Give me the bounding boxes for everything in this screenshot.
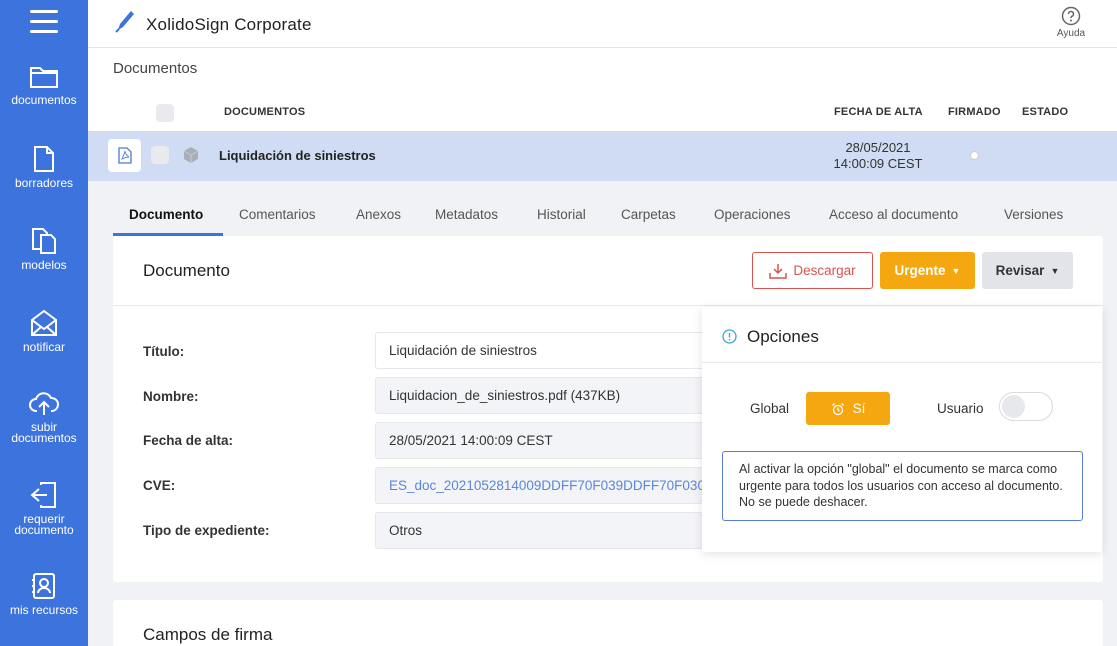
- sidebar-item-subir-documentos[interactable]: subir documentos: [0, 391, 88, 444]
- column-header-status[interactable]: ESTADO: [1022, 106, 1068, 118]
- file-type-label: Tipo de expediente:: [143, 523, 270, 538]
- mail-icon: [31, 309, 57, 336]
- global-yes-button[interactable]: Sí: [806, 392, 890, 425]
- global-yes-label: Sí: [852, 401, 866, 416]
- question-icon: [1061, 6, 1081, 26]
- upload-icon: [29, 392, 59, 415]
- app-title: XolidoSign Corporate: [146, 15, 312, 34]
- sidebar-item-label: documentos: [11, 431, 77, 445]
- contact-icon: [32, 573, 55, 599]
- sidebar-item-label: documento: [14, 523, 74, 537]
- tab-carpetas[interactable]: Carpetas: [621, 207, 676, 222]
- options-popover: Opciones Global Sí Usuario Al activar la…: [702, 307, 1102, 552]
- sidebar-item-requerir-documento[interactable]: requerir documento: [0, 481, 88, 536]
- document-name: Liquidación de siniestros: [219, 148, 376, 163]
- options-note: Al activar la opción "global" el documen…: [722, 451, 1083, 521]
- signed-indicator: [970, 151, 979, 160]
- file-icon: [34, 146, 54, 172]
- sidebar-item-documentos[interactable]: documentos: [0, 64, 88, 106]
- help-label: Ayuda: [1056, 28, 1086, 39]
- review-button[interactable]: Revisar ▼: [982, 252, 1073, 289]
- tab-metadatos[interactable]: Metadatos: [435, 207, 498, 222]
- pdf-file-icon[interactable]: [108, 139, 141, 172]
- table-header: DOCUMENTOS FECHA DE ALTA FIRMADO ESTADO: [88, 100, 1117, 124]
- chevron-down-icon: ▼: [1050, 265, 1060, 276]
- document-card-title: Documento: [143, 261, 230, 280]
- document-date: 28/05/2021 14:00:09 CEST: [828, 140, 928, 172]
- name-label: Nombre:: [143, 389, 199, 404]
- table-row[interactable]: Liquidación de siniestros 28/05/2021 14:…: [88, 131, 1117, 181]
- title-field[interactable]: Liquidación de siniestros: [375, 332, 710, 369]
- date-field: 28/05/2021 14:00:09 CEST: [375, 422, 710, 459]
- select-all-checkbox[interactable]: [156, 104, 174, 122]
- date-label: Fecha de alta:: [143, 433, 234, 448]
- signature-fields-title: Campos de firma: [143, 625, 273, 644]
- tab-historial[interactable]: Historial: [537, 207, 586, 222]
- column-header-signed[interactable]: FIRMADO: [948, 106, 1001, 118]
- global-label: Global: [750, 401, 790, 416]
- column-header-date[interactable]: FECHA DE ALTA: [834, 106, 923, 118]
- document-card-header: Documento Descargar Urgente ▼ Revisar ▼: [113, 236, 1103, 306]
- pen-icon: [115, 11, 134, 33]
- tab-versiones[interactable]: Versiones: [1004, 207, 1063, 222]
- tab-documento[interactable]: Documento: [129, 207, 203, 222]
- download-icon: [769, 263, 788, 279]
- file-type-field: Otros: [375, 512, 710, 549]
- tab-anexos[interactable]: Anexos: [356, 207, 401, 222]
- cve-link[interactable]: ES_doc_2021052814009DDFF70F039DDFF70F030…: [375, 467, 710, 504]
- breadcrumb: Documentos: [113, 60, 198, 77]
- cube-icon: [183, 147, 199, 163]
- document-date-time: 14:00:09 CEST: [833, 156, 923, 171]
- sidebar-item-label: notificar: [22, 340, 66, 354]
- sidebar-item-label: mis recursos: [9, 603, 78, 617]
- help-button[interactable]: Ayuda: [1051, 6, 1091, 39]
- tab-acceso[interactable]: Acceso al documento: [829, 207, 958, 222]
- title-label: Título:: [143, 344, 185, 359]
- name-field: Liquidacion_de_siniestros.pdf (437KB): [375, 377, 710, 414]
- sidebar-item-modelos[interactable]: modelos: [0, 227, 88, 271]
- document-date-day: 28/05/2021: [845, 140, 911, 155]
- copy-icon: [32, 228, 56, 254]
- sidebar-item-mis-recursos[interactable]: mis recursos: [0, 572, 88, 616]
- alarm-icon: [831, 402, 844, 415]
- toggle-knob: [1002, 395, 1025, 418]
- login-icon: [30, 482, 56, 508]
- tab-comentarios[interactable]: Comentarios: [239, 207, 316, 222]
- download-button[interactable]: Descargar: [752, 252, 873, 289]
- sidebar-item-label: documentos: [11, 93, 77, 107]
- urgent-button[interactable]: Urgente ▼: [880, 252, 975, 289]
- user-label: Usuario: [937, 401, 984, 416]
- info-icon: [722, 329, 737, 344]
- column-header-documents[interactable]: DOCUMENTOS: [224, 106, 305, 118]
- user-toggle[interactable]: [999, 392, 1053, 421]
- sidebar-item-notificar[interactable]: notificar: [0, 309, 88, 353]
- tab-operaciones[interactable]: Operaciones: [714, 207, 791, 222]
- download-label: Descargar: [793, 263, 856, 278]
- options-header: Opciones: [702, 307, 1102, 363]
- sidebar-item-label: modelos: [21, 258, 67, 272]
- sidebar-item-borradores[interactable]: borradores: [0, 145, 88, 189]
- row-checkbox[interactable]: [151, 146, 169, 164]
- signature-fields-card: Campos de firma: [113, 600, 1103, 646]
- folder-icon: [30, 67, 58, 88]
- sidebar-item-label: borradores: [14, 176, 74, 190]
- cve-label: CVE:: [143, 478, 176, 493]
- sidebar: documentos borradores modelos notificar …: [0, 0, 88, 646]
- options-title: Opciones: [747, 327, 819, 346]
- chevron-down-icon: ▼: [951, 265, 961, 276]
- detail-tabs: Documento Comentarios Anexos Metadatos H…: [113, 196, 1103, 236]
- urgent-label: Urgente: [894, 263, 946, 278]
- review-label: Revisar: [995, 263, 1045, 278]
- app-header: XolidoSign Corporate Ayuda: [88, 0, 1117, 48]
- menu-icon[interactable]: [30, 10, 58, 34]
